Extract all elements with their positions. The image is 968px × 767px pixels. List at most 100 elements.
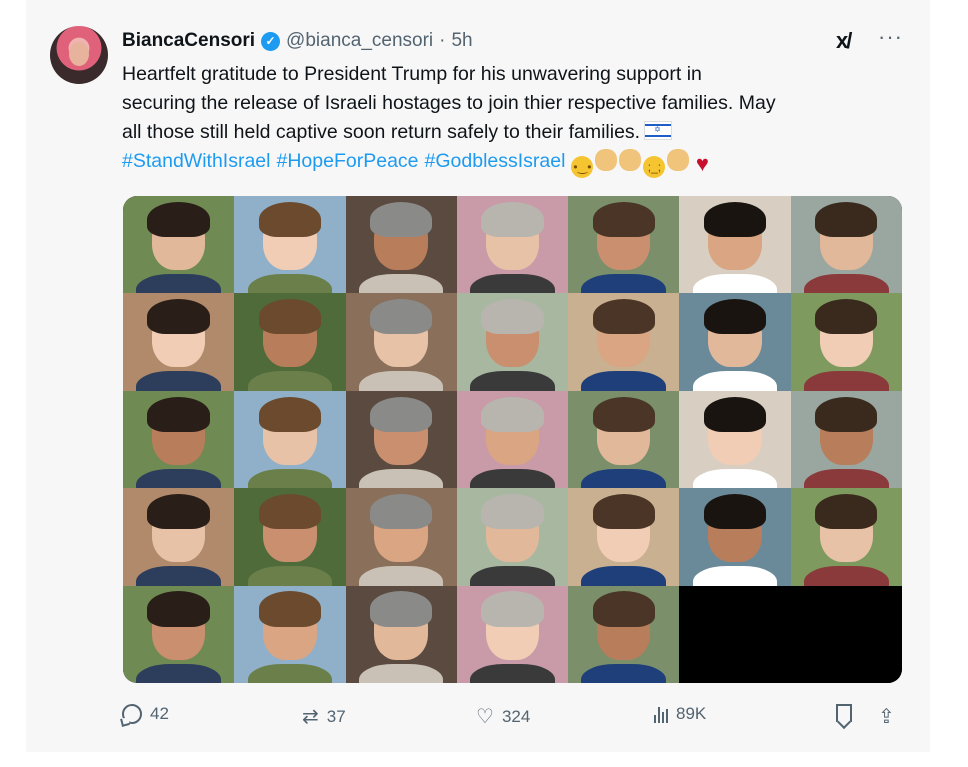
hashtag-link[interactable]: #GodblessIsrael bbox=[425, 150, 566, 172]
hostage-portrait-photo[interactable] bbox=[234, 196, 346, 294]
red-heart-icon: ♥ bbox=[695, 151, 709, 176]
hostage-portrait-photo[interactable] bbox=[568, 196, 680, 294]
hostage-portrait-photo[interactable] bbox=[679, 390, 791, 489]
portrait-shoulders bbox=[358, 566, 444, 586]
portrait-hair bbox=[703, 494, 767, 530]
portrait-hair bbox=[592, 299, 655, 335]
portrait-hair bbox=[481, 201, 544, 237]
views-button[interactable]: 89K bbox=[654, 704, 706, 724]
hostage-portrait-photo[interactable] bbox=[123, 488, 235, 586]
portrait-shoulders bbox=[136, 371, 221, 391]
hostage-portrait-photo[interactable] bbox=[679, 196, 791, 294]
hostage-portrait-photo[interactable] bbox=[456, 196, 569, 294]
repost-button[interactable]: ⇄ 37 bbox=[302, 704, 346, 729]
hostage-portrait-photo[interactable] bbox=[568, 488, 680, 586]
portrait-hair bbox=[815, 201, 878, 237]
hostage-portrait-photo[interactable] bbox=[790, 390, 902, 489]
portrait-hair bbox=[592, 494, 655, 530]
portrait-hair bbox=[258, 299, 322, 335]
portrait-shoulders bbox=[804, 371, 889, 391]
grok-logo-icon[interactable]: x/ bbox=[836, 28, 852, 54]
hostage-portrait-photo[interactable] bbox=[123, 196, 235, 294]
hostage-portrait-photo[interactable] bbox=[456, 488, 569, 586]
author-name[interactable]: BiancaCensori bbox=[122, 30, 255, 52]
portrait-hair bbox=[703, 201, 767, 237]
more-horizontal-icon[interactable]: ··· bbox=[878, 24, 903, 50]
hostage-portrait-photo[interactable] bbox=[234, 390, 346, 489]
repost-icon: ⇄ bbox=[302, 706, 319, 728]
hostage-portrait-photo[interactable] bbox=[679, 488, 791, 586]
portrait-shoulders bbox=[358, 273, 444, 294]
hostage-portrait-photo[interactable] bbox=[790, 488, 902, 586]
portrait-hair bbox=[592, 201, 655, 237]
hostage-portrait-photo[interactable] bbox=[345, 390, 457, 489]
repost-count: 37 bbox=[326, 706, 346, 726]
hostage-portrait-photo[interactable] bbox=[345, 293, 457, 391]
portrait-hair bbox=[481, 494, 544, 530]
hostage-portrait-photo[interactable] bbox=[568, 293, 680, 391]
portrait-hair bbox=[370, 201, 433, 237]
empty-grid-cell bbox=[790, 585, 902, 683]
hostage-portrait-photo[interactable] bbox=[234, 488, 346, 586]
hostage-portrait-photo[interactable] bbox=[345, 585, 457, 683]
share-button[interactable]: ⇪ bbox=[878, 704, 895, 729]
portrait-hair bbox=[703, 396, 767, 432]
portrait-shoulders bbox=[247, 566, 333, 586]
hashtag-link[interactable]: #StandWithIsrael bbox=[122, 150, 271, 172]
portrait-shoulders bbox=[692, 371, 778, 391]
tweet-text: Heartfelt gratitude to President Trump f… bbox=[122, 60, 892, 178]
hostage-portrait-photo[interactable] bbox=[123, 293, 235, 391]
hostage-portrait-photo[interactable] bbox=[345, 488, 457, 586]
clapping-hands-icon bbox=[667, 149, 690, 171]
portrait-hair bbox=[815, 299, 878, 335]
bookmark-button[interactable] bbox=[836, 704, 852, 722]
media-photo-grid[interactable] bbox=[123, 196, 902, 683]
heart-icon: ♡ bbox=[476, 706, 494, 728]
hostage-portrait-photo[interactable] bbox=[234, 293, 346, 391]
portrait-shoulders bbox=[581, 273, 667, 294]
portrait-shoulders bbox=[358, 468, 444, 489]
portrait-shoulders bbox=[692, 566, 778, 586]
hostage-portrait-photo[interactable] bbox=[790, 196, 902, 294]
hostage-portrait-photo[interactable] bbox=[456, 390, 569, 489]
portrait-shoulders bbox=[581, 566, 667, 586]
hostage-portrait-photo[interactable] bbox=[123, 585, 235, 683]
portrait-hair bbox=[370, 591, 433, 627]
hostage-portrait-photo[interactable] bbox=[679, 293, 791, 391]
hostage-portrait-photo[interactable] bbox=[456, 293, 569, 391]
portrait-hair bbox=[370, 494, 433, 530]
author-handle[interactable]: @bianca_censori bbox=[286, 30, 433, 52]
portrait-hair bbox=[481, 591, 544, 627]
reply-button[interactable]: 42 bbox=[122, 704, 169, 724]
tweet-text-line-with-flag: all those still held captive soon return… bbox=[122, 118, 892, 147]
portrait-shoulders bbox=[804, 566, 889, 586]
view-count: 89K bbox=[676, 704, 707, 723]
portrait-hair bbox=[258, 396, 322, 432]
portrait-hair bbox=[147, 299, 210, 335]
portrait-shoulders bbox=[470, 663, 555, 683]
post-time[interactable]: 5h bbox=[451, 30, 472, 52]
hostage-portrait-photo[interactable] bbox=[568, 585, 680, 683]
portrait-hair bbox=[481, 396, 544, 432]
hostage-portrait-photo[interactable] bbox=[123, 390, 235, 489]
portrait-shoulders bbox=[247, 273, 333, 294]
hostage-portrait-photo[interactable] bbox=[790, 293, 902, 391]
hostage-portrait-photo[interactable] bbox=[568, 390, 680, 489]
separator-dot: · bbox=[439, 30, 446, 51]
portrait-shoulders bbox=[692, 468, 778, 489]
portrait-hair bbox=[703, 299, 767, 335]
portrait-shoulders bbox=[358, 371, 444, 391]
israel-flag-icon: ✡ bbox=[644, 121, 673, 140]
hostage-portrait-photo[interactable] bbox=[345, 196, 457, 294]
portrait-shoulders bbox=[581, 371, 667, 391]
hostage-portrait-photo[interactable] bbox=[456, 585, 569, 683]
like-button[interactable]: ♡ 324 bbox=[476, 704, 530, 729]
portrait-hair bbox=[815, 396, 878, 432]
hashtag-link[interactable]: #HopeForPeace bbox=[277, 150, 419, 172]
author-avatar[interactable] bbox=[50, 26, 108, 84]
reply-count: 42 bbox=[150, 704, 169, 723]
like-count: 324 bbox=[501, 706, 531, 726]
hostage-portrait-photo[interactable] bbox=[234, 585, 346, 683]
portrait-hair bbox=[481, 299, 544, 335]
portrait-shoulders bbox=[136, 468, 221, 489]
